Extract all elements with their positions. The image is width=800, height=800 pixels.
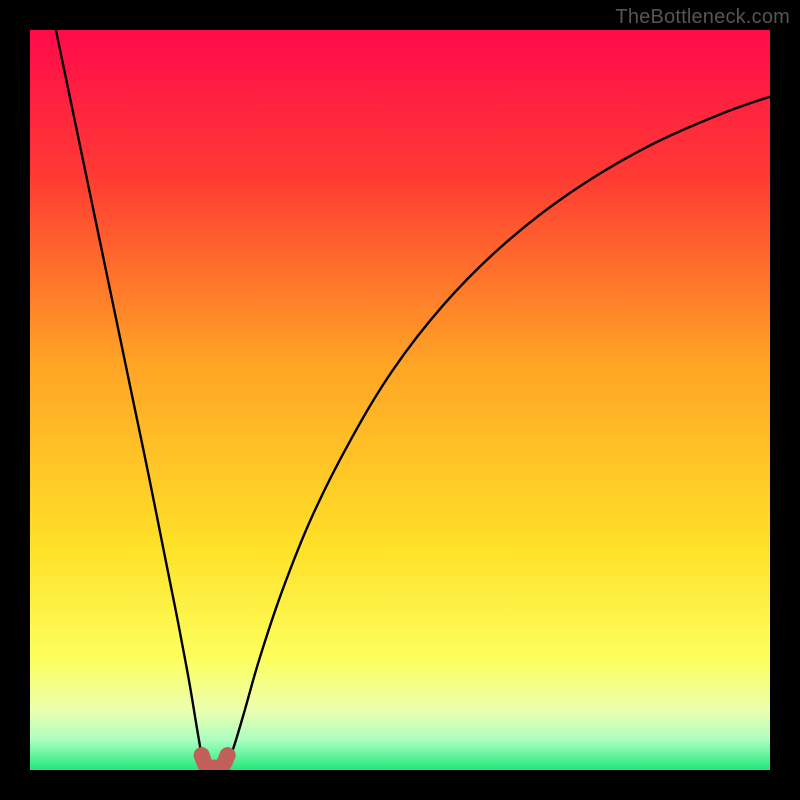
plot-area [30,30,770,770]
trough-dot [220,747,236,763]
chart-svg [30,30,770,770]
chart-frame: TheBottleneck.com [0,0,800,800]
watermark-text: TheBottleneck.com [615,6,790,29]
